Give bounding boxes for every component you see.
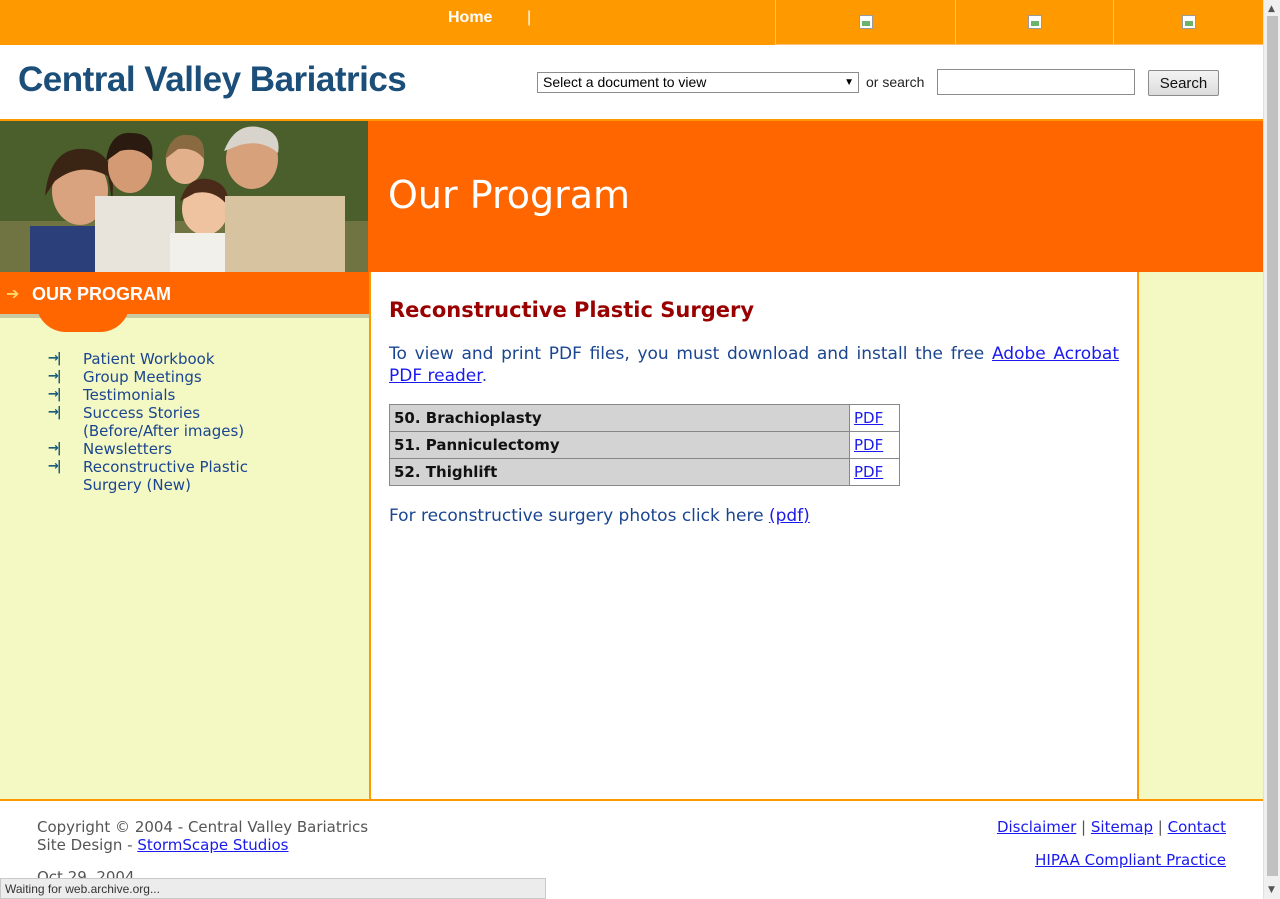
browser-status-bar: Waiting for web.archive.org... — [0, 878, 546, 899]
or-search-label: or search — [866, 74, 925, 90]
search-button[interactable]: Search — [1148, 70, 1219, 96]
site-design-line: Site Design - StormScape Studios — [37, 836, 368, 854]
sidebar-item-testimonials[interactable]: →| Testimonials — [48, 386, 278, 404]
document-select-value: Select a document to view — [543, 74, 707, 90]
document-name: 50. Brachioplasty — [389, 404, 850, 432]
arrow-to-bar-icon: →| — [48, 405, 62, 420]
sidebar-item-newsletters[interactable]: →| Newsletters — [48, 440, 278, 458]
photos-note: For reconstructive surgery photos click … — [389, 506, 810, 526]
banner-title: Our Program — [388, 173, 631, 217]
hipaa-link[interactable]: HIPAA Compliant Practice — [1035, 851, 1226, 869]
disclaimer-link[interactable]: Disclaimer — [997, 818, 1076, 836]
photos-note-text: For reconstructive surgery photos click … — [389, 506, 764, 526]
document-name: 52. Thighlift — [389, 458, 850, 486]
footer-link-separator: | — [1081, 818, 1087, 836]
top-nav-image-button-3[interactable] — [1113, 0, 1263, 45]
sidebar-heading-tab — [36, 302, 130, 332]
scrollbar-thumb[interactable] — [1267, 16, 1278, 876]
sidebar-item-patient-workbook[interactable]: →| Patient Workbook — [48, 350, 278, 368]
main-content: Reconstructive Plastic Surgery To view a… — [369, 272, 1139, 799]
contact-link[interactable]: Contact — [1168, 818, 1226, 836]
home-link[interactable]: Home — [448, 9, 492, 27]
site-logo[interactable]: Central Valley Bariatrics — [18, 60, 407, 100]
sitemap-link[interactable]: Sitemap — [1091, 818, 1153, 836]
arrow-right-icon: ➔ — [6, 284, 20, 303]
document-select[interactable]: Select a document to view ▼ — [537, 72, 859, 93]
family-photo — [0, 121, 368, 272]
vertical-scrollbar[interactable]: ▲ ▼ — [1263, 0, 1280, 899]
arrow-to-bar-icon: →| — [48, 459, 62, 474]
pdf-instructions: To view and print PDF files, you must do… — [389, 343, 1119, 387]
sidebar-nav: →| Patient Workbook →| Group Meetings →| Te… — [48, 350, 278, 494]
table-row: 50. Brachioplasty PDF — [389, 404, 900, 432]
table-row: 52. Thighlift PDF — [389, 458, 900, 486]
pdf-link[interactable]: PDF — [854, 436, 883, 454]
arrow-to-bar-icon: →| — [48, 369, 62, 384]
arrow-to-bar-icon: →| — [48, 387, 62, 402]
right-column — [1139, 272, 1263, 799]
table-row: 51. Panniculectomy PDF — [389, 431, 900, 459]
scroll-up-arrow-icon[interactable]: ▲ — [1268, 4, 1275, 14]
sidebar-item-group-meetings[interactable]: →| Group Meetings — [48, 368, 278, 386]
dropdown-arrow-icon: ▼ — [844, 77, 854, 88]
footer-left: Copyright © 2004 - Central Valley Bariat… — [37, 818, 368, 854]
stormscape-link[interactable]: StormScape Studios — [137, 836, 288, 854]
sidebar-item-success-stories[interactable]: →| Success Stories (Before/After images) — [48, 404, 278, 440]
page-banner: Our Program — [368, 121, 1263, 272]
pdf-instructions-end: . — [481, 366, 488, 386]
hipaa-line: HIPAA Compliant Practice — [1035, 851, 1226, 869]
top-nav-bar: Home | — [0, 0, 1263, 45]
nav-separator: | — [527, 9, 532, 26]
search-input[interactable] — [937, 69, 1135, 95]
top-nav-image-button-2[interactable] — [955, 0, 1113, 45]
sidebar-item-label: Testimonials — [83, 386, 176, 404]
sidebar-item-reconstructive-surgery[interactable]: →| Reconstructive Plastic Surgery (New) — [48, 458, 278, 494]
sidebar-heading: ➔ OUR PROGRAM — [0, 272, 369, 334]
broken-image-icon — [1181, 15, 1196, 29]
sidebar-item-label: Group Meetings — [83, 368, 202, 386]
pdf-link[interactable]: PDF — [854, 409, 883, 427]
pdf-instructions-text: To view and print PDF files, you must do… — [389, 344, 992, 364]
photos-pdf-link[interactable]: (pdf) — [769, 506, 810, 526]
broken-image-icon — [1027, 15, 1042, 29]
footer-link-separator: | — [1157, 818, 1163, 836]
sidebar-heading-label: OUR PROGRAM — [32, 284, 171, 304]
top-nav-image-button-1[interactable] — [775, 0, 955, 45]
sidebar-item-label: Reconstructive Plastic Surgery (New) — [83, 458, 248, 494]
sidebar: ➔ OUR PROGRAM →| Patient Workbook →| Group… — [0, 272, 369, 799]
sidebar-item-label: Newsletters — [83, 440, 172, 458]
page-title: Reconstructive Plastic Surgery — [389, 298, 755, 322]
scroll-down-arrow-icon[interactable]: ▼ — [1268, 885, 1275, 895]
document-table: 50. Brachioplasty PDF 51. Panniculectomy… — [389, 404, 900, 486]
sidebar-item-label: Success Stories (Before/After images) — [83, 404, 245, 440]
copyright-text: Copyright © 2004 - Central Valley Bariat… — [37, 818, 369, 836]
site-design-label: Site Design - — [37, 836, 138, 854]
document-name: 51. Panniculectomy — [389, 431, 850, 459]
broken-image-icon — [858, 15, 873, 29]
sidebar-item-label: Patient Workbook — [83, 350, 215, 368]
footer-links: Disclaimer | Sitemap | Contact — [997, 818, 1226, 836]
footer-divider — [0, 799, 1263, 801]
arrow-to-bar-icon: →| — [48, 351, 62, 366]
arrow-to-bar-icon: →| — [48, 441, 62, 456]
pdf-link[interactable]: PDF — [854, 463, 883, 481]
